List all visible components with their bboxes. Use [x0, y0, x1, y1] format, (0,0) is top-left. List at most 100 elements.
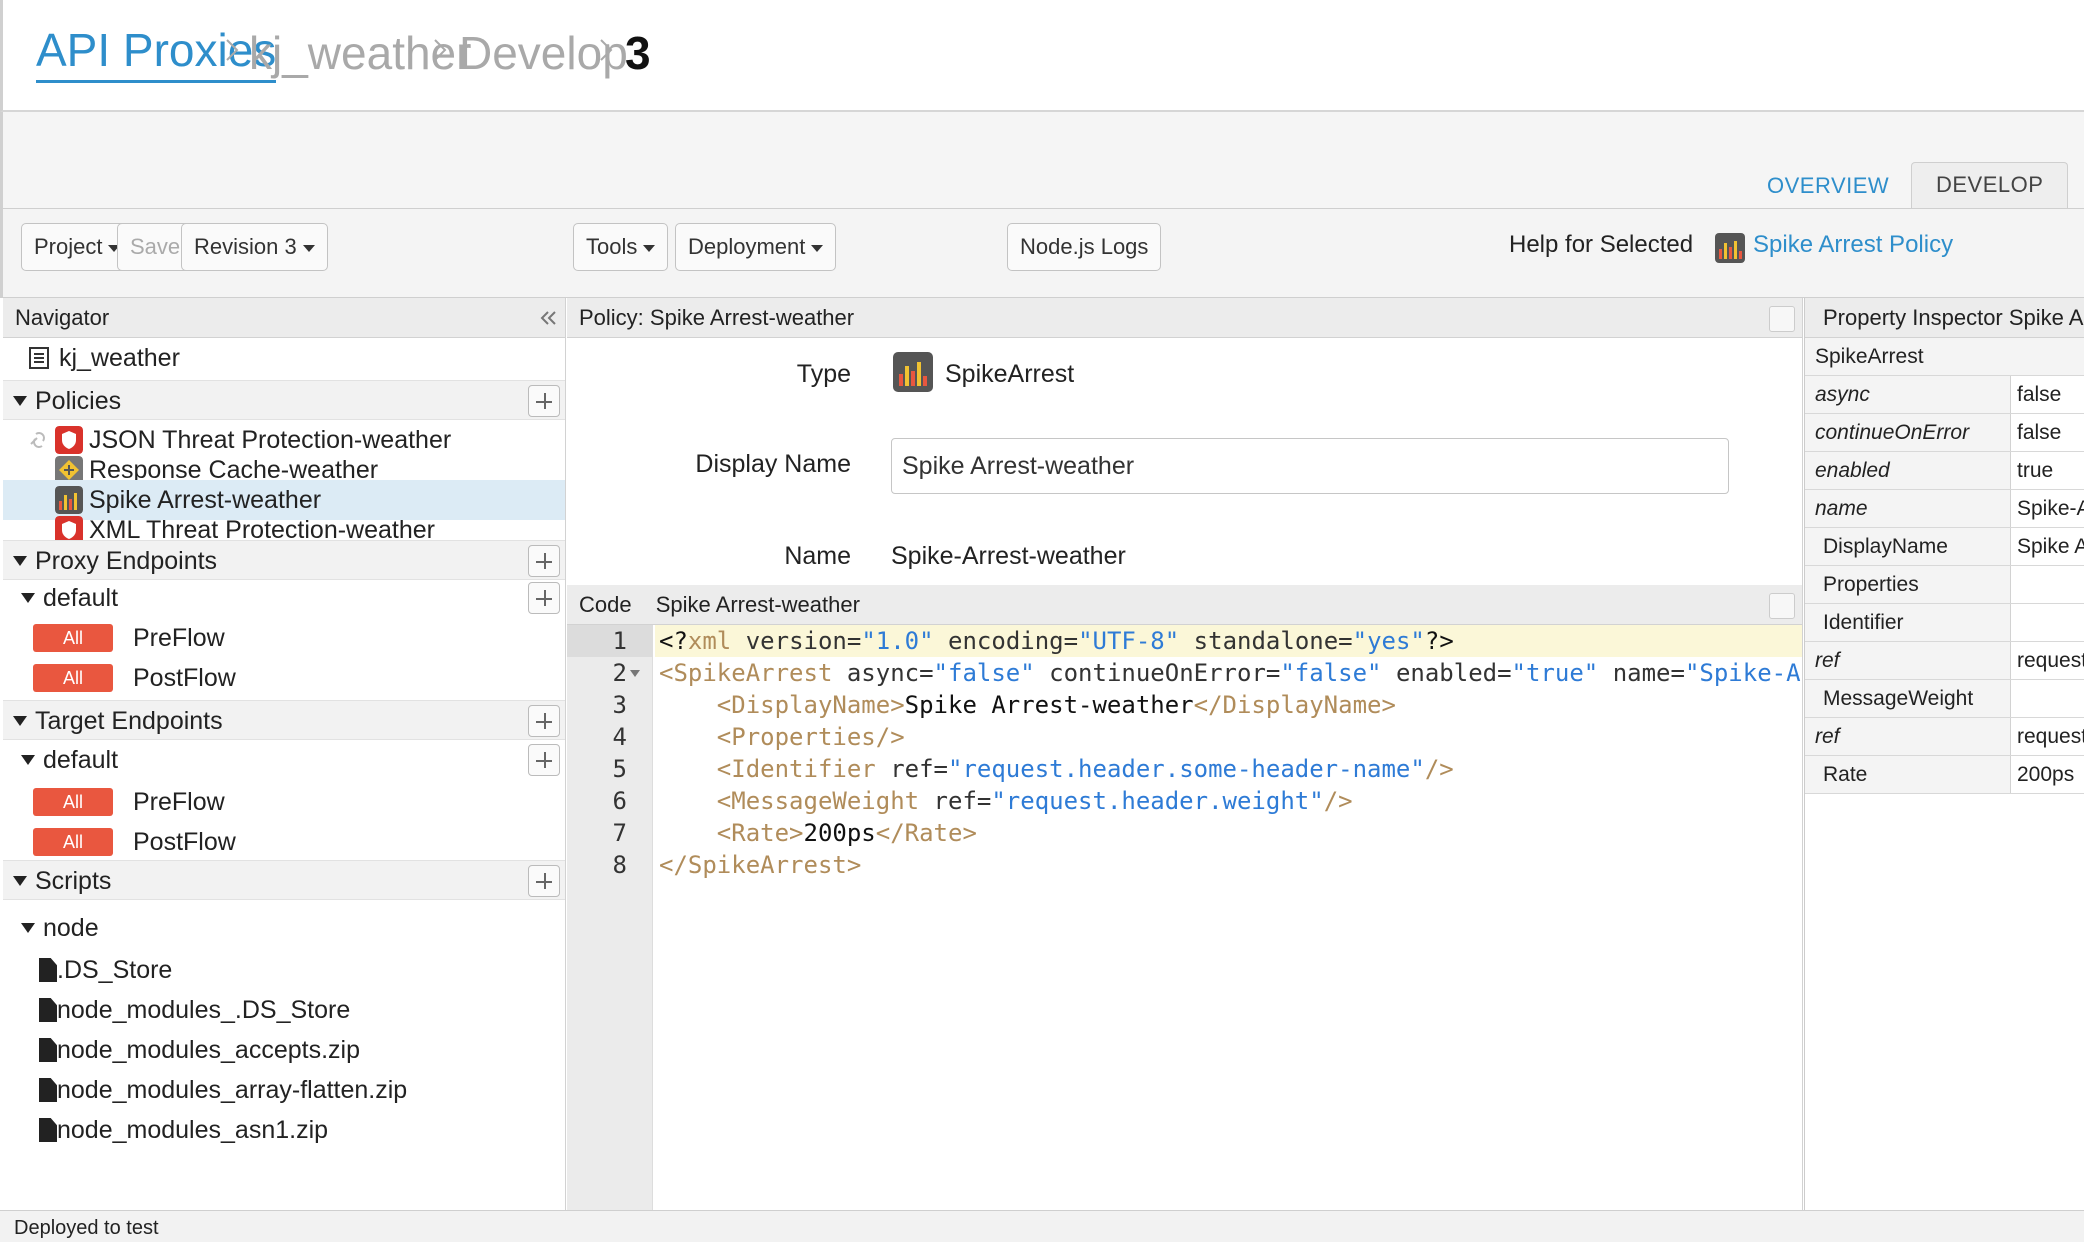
inspector-key: enabled	[1805, 452, 2011, 489]
line-number: 8	[612, 851, 627, 879]
property-inspector-panel: Property Inspector Spike Arrest-weather …	[1804, 298, 2084, 1210]
caret-down-icon	[302, 244, 315, 252]
nodejs-logs-button[interactable]: Node.js Logs	[1007, 223, 1162, 271]
collapse-left-icon[interactable]	[536, 306, 560, 330]
inspector-row[interactable]: MessageWeight	[1805, 680, 2084, 718]
nav-file-label: node_modules_asn1.zip	[57, 1116, 329, 1144]
revision-button[interactable]: Revision 3	[181, 223, 328, 271]
nav-proxy-name: kj_weather	[59, 344, 180, 372]
link-icon	[30, 432, 45, 448]
tab-develop[interactable]: DEVELOP	[1911, 162, 2069, 210]
nav-file[interactable]: node_modules_.DS_Store	[3, 990, 565, 1030]
nav-group-target-endpoints[interactable]: Target Endpoints	[3, 700, 565, 740]
inspector-row[interactable]: Rate 200ps	[1805, 756, 2084, 794]
add-target-endpoint-button[interactable]	[528, 705, 560, 737]
code-line-6[interactable]: <MessageWeight ref="request.header.weigh…	[659, 785, 1353, 817]
collapse-down-icon[interactable]	[1769, 593, 1795, 619]
add-flow-button[interactable]	[528, 744, 560, 776]
file-icon	[39, 1118, 57, 1142]
add-policy-button[interactable]	[528, 385, 560, 417]
revision-label: Revision 3	[194, 234, 297, 259]
nav-target-default[interactable]: default	[3, 740, 565, 780]
fold-arrow-icon[interactable]	[629, 669, 641, 679]
inspector-row[interactable]: refrequest.header.some-header-name	[1805, 642, 2084, 680]
nav-proxy-root[interactable]: kj_weather	[3, 338, 565, 378]
code-line-3[interactable]: <DisplayName>Spike Arrest-weather</Displ…	[659, 689, 1396, 721]
inspector-row[interactable]: async false	[1805, 376, 2084, 414]
nav-group-proxy-endpoints[interactable]: Proxy Endpoints	[3, 540, 565, 580]
deployment-button[interactable]: Deployment	[675, 223, 837, 271]
collapse-up-icon[interactable]	[1769, 306, 1795, 332]
nav-scripts-folder[interactable]: node	[3, 908, 565, 948]
code-line-5[interactable]: <Identifier ref="request.header.some-hea…	[659, 753, 1454, 785]
nav-proxy-default[interactable]: default	[3, 578, 565, 618]
breadcrumb-revision: 3	[625, 27, 651, 79]
inspector-row[interactable]: DisplayNameSpike Arrest-weather	[1805, 528, 2084, 566]
inspector-root-label: SpikeArrest	[1815, 345, 1924, 368]
add-script-button[interactable]	[528, 865, 560, 897]
tools-button[interactable]: Tools	[573, 223, 669, 271]
inspector-key: ref	[1805, 642, 2011, 679]
code-line-8[interactable]: </SpikeArrest>	[659, 849, 861, 881]
inspector-key: ref	[1805, 718, 2011, 755]
toolbar: Project Save Revision 3 Tools Deployment…	[0, 208, 2084, 298]
inspector-value[interactable]: 200ps	[2013, 756, 2084, 794]
nav-proxy-postflow[interactable]: All PostFlow	[3, 658, 565, 698]
inspector-value[interactable]: false	[2013, 376, 2084, 414]
triangle-down-icon	[13, 716, 27, 726]
nav-target-postflow[interactable]: All PostFlow	[3, 822, 565, 862]
inspector-value[interactable]: true	[2013, 452, 2084, 490]
file-icon	[39, 998, 57, 1022]
line-number: 6	[612, 787, 627, 815]
nav-file[interactable]: .DS_Store	[3, 950, 565, 990]
nav-group-label: Target Endpoints	[35, 707, 223, 735]
spike-arrest-icon	[1715, 233, 1745, 263]
tab-overview[interactable]: OVERVIEW	[1743, 164, 1913, 208]
all-badge: All	[33, 664, 113, 692]
nav-flow-label: PreFlow	[133, 624, 225, 652]
nav-group-label: Policies	[35, 387, 122, 415]
nav-file[interactable]: node_modules_accepts.zip	[3, 1030, 565, 1070]
display-name-label: Display Name	[695, 450, 851, 478]
code-title: Spike Arrest-weather	[655, 592, 860, 617]
inspector-value[interactable]: request.header.some-header-name	[2013, 642, 2084, 680]
inspector-value[interactable]: Spike-Arrest-weather	[2013, 490, 2084, 528]
inspector-value[interactable]: request.header.weight	[2013, 718, 2084, 756]
add-proxy-endpoint-button[interactable]	[528, 545, 560, 577]
display-name-input[interactable]	[891, 438, 1729, 494]
inspector-value[interactable]: false	[2013, 414, 2084, 452]
inspector-row[interactable]: Properties	[1805, 566, 2084, 604]
inspector-row[interactable]: Identifier	[1805, 604, 2084, 642]
policy-header-title: Policy: Spike Arrest-weather	[579, 305, 855, 330]
inspector-row[interactable]: nameSpike-Arrest-weather	[1805, 490, 2084, 528]
nav-proxy-preflow[interactable]: All PreFlow	[3, 618, 565, 658]
project-label: Project	[34, 234, 103, 259]
nav-flow-label: PostFlow	[133, 664, 236, 692]
code-line-1[interactable]: <?xml version="1.0" encoding="UTF-8" sta…	[659, 625, 1454, 657]
code-line-2[interactable]: <SpikeArrest async="false" continueOnErr…	[659, 657, 1802, 689]
deployment-label: Deployment	[688, 234, 806, 259]
spike-arrest-policy-link[interactable]: Spike Arrest Policy	[1753, 231, 1953, 259]
inspector-row[interactable]: enabled true	[1805, 452, 2084, 490]
inspector-row[interactable]: continueOnError false	[1805, 414, 2084, 452]
code-line-4[interactable]: <Properties/>	[659, 721, 905, 753]
nav-file[interactable]: node_modules_array-flatten.zip	[3, 1070, 565, 1110]
line-number: 5	[612, 755, 627, 783]
nav-group-policies[interactable]: Policies	[3, 380, 565, 420]
inspector-key: name	[1805, 490, 2011, 527]
line-number: 2	[612, 659, 627, 687]
inspector-row[interactable]: refrequest.header.weight	[1805, 718, 2084, 756]
nav-group-label: Proxy Endpoints	[35, 547, 218, 575]
inspector-key: DisplayName	[1805, 528, 2011, 565]
inspector-value[interactable]: Spike Arrest-weather	[2013, 528, 2084, 566]
status-bar: Deployed to test	[0, 1210, 2084, 1242]
inspector-key: Properties	[1805, 566, 2011, 603]
add-flow-button[interactable]	[528, 582, 560, 614]
nav-folder-label: node	[43, 914, 99, 942]
inspector-key: MessageWeight	[1805, 680, 2011, 717]
nav-target-preflow[interactable]: All PreFlow	[3, 782, 565, 822]
triangle-down-icon	[13, 876, 27, 886]
nav-group-scripts[interactable]: Scripts	[3, 860, 565, 900]
nav-file[interactable]: node_modules_asn1.zip	[3, 1110, 565, 1150]
code-line-7[interactable]: <Rate>200ps</Rate>	[659, 817, 977, 849]
